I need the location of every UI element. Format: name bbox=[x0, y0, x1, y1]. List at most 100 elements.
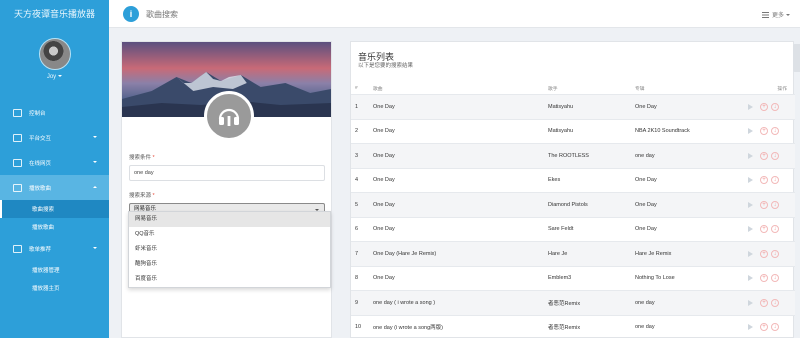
table-row[interactable]: 2 One Day Matisyahu NBA 2K10 Soundtrack + ↓ bbox=[351, 120, 795, 144]
download-icon[interactable]: ↓ bbox=[771, 274, 779, 283]
avatar[interactable] bbox=[38, 38, 71, 70]
required-mark: * bbox=[152, 193, 155, 199]
download-icon[interactable]: ↓ bbox=[771, 298, 779, 307]
cell-no: 1 bbox=[355, 103, 359, 110]
cell-album: One Day bbox=[635, 177, 657, 184]
download-icon[interactable]: ↓ bbox=[771, 249, 779, 258]
add-icon[interactable]: + bbox=[760, 298, 768, 307]
sidebar-item-label: 歌单推荐 bbox=[29, 246, 52, 253]
table-row[interactable]: 6 One Day Sare Feldt One Day + ↓ bbox=[351, 218, 795, 242]
cell-album: one day bbox=[635, 299, 655, 306]
play-icon[interactable] bbox=[748, 177, 753, 184]
add-icon[interactable]: + bbox=[760, 249, 768, 258]
sidebar-item-label: 平台交互 bbox=[29, 135, 52, 142]
cell-album: Nothing To Lose bbox=[635, 275, 675, 282]
cell-ops: + ↓ bbox=[748, 298, 795, 307]
table-row[interactable]: 9 one day ( i wrote a song ) 者恶范Remix one d… bbox=[351, 291, 795, 316]
user-name: Joy bbox=[46, 74, 57, 80]
cell-no: 9 bbox=[355, 299, 359, 306]
add-icon[interactable]: + bbox=[760, 127, 768, 136]
play-icon[interactable] bbox=[748, 226, 753, 233]
headphones-glyph bbox=[218, 108, 240, 126]
keyword-input[interactable]: one day bbox=[129, 165, 325, 181]
play-icon[interactable] bbox=[748, 250, 753, 257]
layout-icon bbox=[13, 133, 22, 142]
cell-ops: + ↓ bbox=[748, 225, 795, 234]
cell-no: 6 bbox=[355, 226, 359, 233]
user-menu[interactable]: Joy bbox=[0, 74, 109, 80]
add-icon[interactable]: + bbox=[760, 200, 768, 209]
results-subtitle: 以下是您要的搜索结果 bbox=[358, 63, 414, 69]
add-icon[interactable]: + bbox=[760, 176, 768, 185]
more-menu-button[interactable]: 更多 bbox=[761, 10, 790, 19]
cell-artist: Hare Je bbox=[548, 250, 568, 257]
play-icon[interactable] bbox=[748, 324, 753, 331]
cell-song: One Day bbox=[373, 103, 395, 110]
download-icon[interactable]: ↓ bbox=[771, 323, 779, 332]
search-card: 搜索条件 * one day 搜索来源 * 网易音乐 bbox=[121, 41, 332, 338]
table-row[interactable]: 3 One Day The ROOTLESS one day + ↓ bbox=[351, 144, 795, 169]
add-icon[interactable]: + bbox=[760, 225, 768, 234]
keyword-label: 搜索条件 * bbox=[129, 153, 325, 161]
sidebar-item-playlist[interactable]: 歌单推荐 bbox=[0, 236, 109, 261]
cell-song: one day ( i wrote a song ) bbox=[373, 299, 436, 306]
sidebar-subitem-song-search[interactable]: 歌曲搜索 bbox=[0, 200, 109, 218]
source-option[interactable]: 酷狗音乐 bbox=[129, 257, 330, 272]
source-dropdown: 网易音乐 QQ音乐 虾米音乐 酷狗音乐 百度音乐 bbox=[128, 211, 331, 288]
download-icon[interactable]: ↓ bbox=[771, 225, 779, 234]
sidebar-item-dashboard[interactable]: 控制台 bbox=[0, 100, 109, 125]
cell-album: one day bbox=[635, 152, 655, 159]
play-icon[interactable] bbox=[748, 103, 753, 110]
play-icon[interactable] bbox=[748, 128, 753, 135]
cell-ops: + ↓ bbox=[748, 102, 795, 111]
add-icon[interactable]: + bbox=[760, 102, 768, 111]
cell-no: 5 bbox=[355, 201, 359, 208]
sidebar-item-label: 在线网页 bbox=[29, 160, 52, 167]
play-icon[interactable] bbox=[748, 201, 753, 208]
table-row[interactable]: 5 One Day Diamond Pistols One Day + ↓ bbox=[351, 193, 795, 218]
sidebar-item-music[interactable]: 播放歌曲 bbox=[0, 175, 109, 200]
page-title: 歌曲搜索 bbox=[146, 10, 178, 19]
download-icon[interactable]: ↓ bbox=[771, 151, 779, 160]
search-form: 搜索条件 * one day 搜索来源 * 网易音乐 bbox=[129, 153, 325, 216]
add-icon[interactable]: + bbox=[760, 151, 768, 160]
source-option[interactable]: 百度音乐 bbox=[129, 272, 330, 287]
sidebar-item-web[interactable]: 在线网页 bbox=[0, 150, 109, 175]
add-icon[interactable]: + bbox=[760, 323, 768, 332]
table-row[interactable]: 8 One Day Emblem3 Nothing To Lose + ↓ bbox=[351, 267, 795, 291]
cell-song: One Day bbox=[373, 226, 395, 233]
cell-artist: Diamond Pistols bbox=[548, 201, 588, 208]
add-icon[interactable]: + bbox=[760, 274, 768, 283]
music-icon bbox=[13, 183, 22, 192]
download-icon[interactable]: ↓ bbox=[771, 127, 779, 136]
table-row[interactable]: 10 one day (i wrote a song两版) 者恶范Remix one … bbox=[351, 316, 795, 338]
sidebar-item-platform[interactable]: 平台交互 bbox=[0, 125, 109, 150]
sidebar-subitem-player-manage[interactable]: 播放器管理 bbox=[0, 261, 109, 279]
cell-no: 8 bbox=[355, 275, 359, 282]
chevron-down-icon bbox=[58, 75, 63, 78]
download-icon[interactable]: ↓ bbox=[771, 176, 779, 185]
source-option[interactable]: QQ音乐 bbox=[129, 227, 330, 242]
table-row[interactable]: 4 One Day Ekes One Day + ↓ bbox=[351, 169, 795, 193]
download-icon[interactable]: ↓ bbox=[771, 200, 779, 209]
side-panel-tab[interactable] bbox=[793, 44, 800, 72]
cell-album: one day bbox=[635, 324, 655, 331]
play-icon[interactable] bbox=[748, 152, 753, 159]
cell-no: 10 bbox=[355, 324, 362, 331]
sidebar-subitem-player-home[interactable]: 播放器主页 bbox=[0, 279, 109, 297]
cell-album: One Day bbox=[635, 103, 657, 110]
list-icon bbox=[761, 11, 769, 18]
source-option[interactable]: 虾米音乐 bbox=[129, 242, 330, 257]
cell-no: 2 bbox=[355, 128, 359, 135]
headphones-icon bbox=[204, 91, 254, 141]
table-row[interactable]: 7 One Day (Hare Je Remix) Hare Je Hare Je R… bbox=[351, 242, 795, 267]
source-option[interactable]: 网易音乐 bbox=[129, 212, 330, 227]
play-icon[interactable] bbox=[748, 275, 753, 282]
play-icon[interactable] bbox=[748, 299, 753, 306]
sidebar-subitem-play-song[interactable]: 播放歌曲 bbox=[0, 218, 109, 236]
chevron-up-icon bbox=[93, 186, 97, 188]
more-label: 更多 bbox=[771, 13, 784, 19]
table-row[interactable]: 1 One Day Matisyahu One Day + ↓ bbox=[351, 95, 795, 120]
download-icon[interactable]: ↓ bbox=[771, 102, 779, 111]
cell-artist: Sare Feldt bbox=[548, 226, 574, 233]
